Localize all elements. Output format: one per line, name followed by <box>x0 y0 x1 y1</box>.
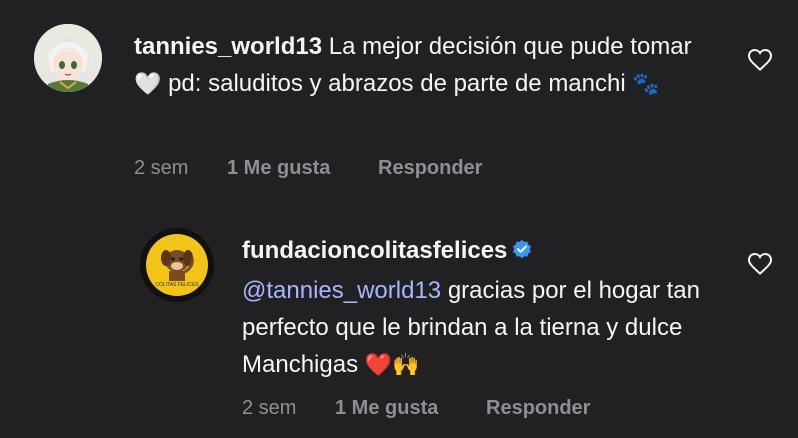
dog-logo-avatar-icon: COLITAS FELICES <box>140 228 214 302</box>
comment-meta: 2 sem 1 Me gusta Responder <box>242 397 590 420</box>
comment-body: fundacioncolitasfelices @tannies_world13… <box>242 232 722 383</box>
comment-likes[interactable]: 1 Me gusta <box>227 157 378 180</box>
comment-username[interactable]: tannies_world13 <box>134 33 322 60</box>
comment-text-part1: La mejor decisión que pude tomar <box>328 33 692 60</box>
reply-button[interactable]: Responder <box>378 157 482 180</box>
reply-button[interactable]: Responder <box>486 397 590 420</box>
comment-meta: 2 sem 1 Me gusta Responder <box>134 157 482 180</box>
white-heart-emoji: 🤍 <box>134 71 162 96</box>
paw-prints-emoji: 🐾 <box>632 71 660 96</box>
anime-girl-avatar-icon <box>34 24 102 92</box>
like-heart-icon[interactable] <box>747 252 773 276</box>
mention-link[interactable]: @tannies_world13 <box>242 277 441 304</box>
like-heart-icon[interactable] <box>747 48 773 72</box>
verified-badge-icon <box>511 235 533 272</box>
user-avatar[interactable] <box>34 24 102 92</box>
heart-hands-emoji: ❤️🙌 <box>364 352 420 377</box>
comment-likes[interactable]: 1 Me gusta <box>335 397 486 420</box>
comment-text-part2: pd: saluditos y abrazos de parte de manc… <box>168 70 626 97</box>
comment-time: 2 sem <box>134 157 189 179</box>
svg-text:COLITAS FELICES: COLITAS FELICES <box>155 282 199 288</box>
user-avatar[interactable]: COLITAS FELICES <box>140 228 214 302</box>
comment-body: tannies_world13 La mejor decisión que pu… <box>134 28 724 102</box>
comment-username[interactable]: fundacioncolitasfelices <box>242 237 507 264</box>
comment-time: 2 sem <box>242 397 297 419</box>
